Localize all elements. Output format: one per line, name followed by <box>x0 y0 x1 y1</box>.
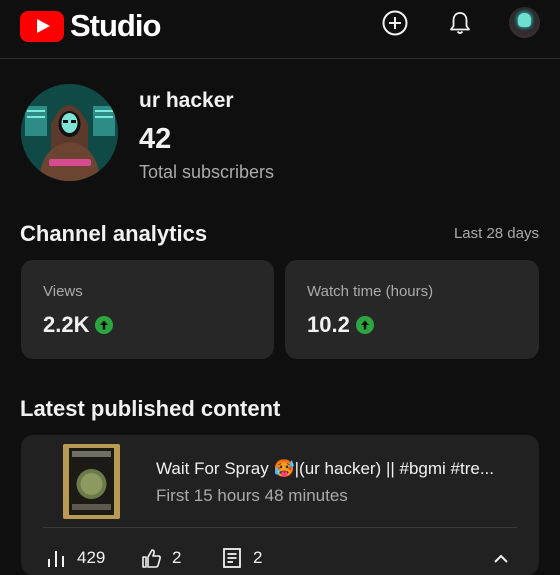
logo-text: Studio <box>70 8 161 43</box>
thumbs-up-icon <box>142 549 161 568</box>
watch-time-value-row: 10.2 <box>307 312 374 338</box>
bar-chart-icon <box>48 551 64 567</box>
hooded-hacker-image <box>21 84 118 181</box>
video-performance-label: First 15 hours 48 minutes <box>156 486 348 505</box>
latest-content-title: Latest published content <box>20 396 281 421</box>
video-views-stat: 429 <box>45 547 105 569</box>
thumbnail-image <box>63 444 120 519</box>
subscriber-label: Total subscribers <box>139 162 275 182</box>
channel-avatar[interactable] <box>21 84 118 181</box>
studio-logo[interactable]: Studio <box>20 8 161 44</box>
views-label: Views <box>43 283 83 300</box>
divider <box>43 527 517 528</box>
trend-up-icon <box>95 316 114 334</box>
chevron-up-icon[interactable] <box>491 549 511 569</box>
bell-icon[interactable] <box>446 9 474 37</box>
views-value: 2.2K <box>43 312 90 337</box>
video-views-count: 429 <box>77 548 106 567</box>
channel-analytics-title: Channel analytics <box>20 221 208 246</box>
analytics-range: Last 28 days <box>453 225 539 242</box>
video-thumbnail[interactable] <box>63 444 120 519</box>
account-avatar[interactable] <box>509 7 540 38</box>
add-circle-icon[interactable] <box>381 9 409 37</box>
channel-name: ur hacker <box>139 89 234 112</box>
video-likes-count: 2 <box>172 548 182 567</box>
watch-time-value: 10.2 <box>307 312 350 337</box>
views-value-row: 2.2K <box>43 312 114 338</box>
trend-up-icon <box>355 316 374 334</box>
comment-icon <box>223 548 241 568</box>
top-app-bar: Studio <box>0 0 560 59</box>
video-title[interactable]: Wait For Spray 🥵|(ur hacker) || #bgmi #t… <box>156 459 526 479</box>
video-comments-count: 2 <box>253 548 263 567</box>
video-comments-stat: 2 <box>221 547 262 569</box>
latest-video-card[interactable]: Wait For Spray 🥵|(ur hacker) || #bgmi #t… <box>21 435 539 575</box>
watch-time-label: Watch time (hours) <box>307 283 434 300</box>
subscriber-count: 42 <box>139 123 172 155</box>
video-likes-stat: 2 <box>140 547 181 569</box>
youtube-play-icon <box>20 10 64 42</box>
watch-time-card[interactable]: Watch time (hours) 10.2 <box>285 260 539 359</box>
views-card[interactable]: Views 2.2K <box>21 260 274 359</box>
